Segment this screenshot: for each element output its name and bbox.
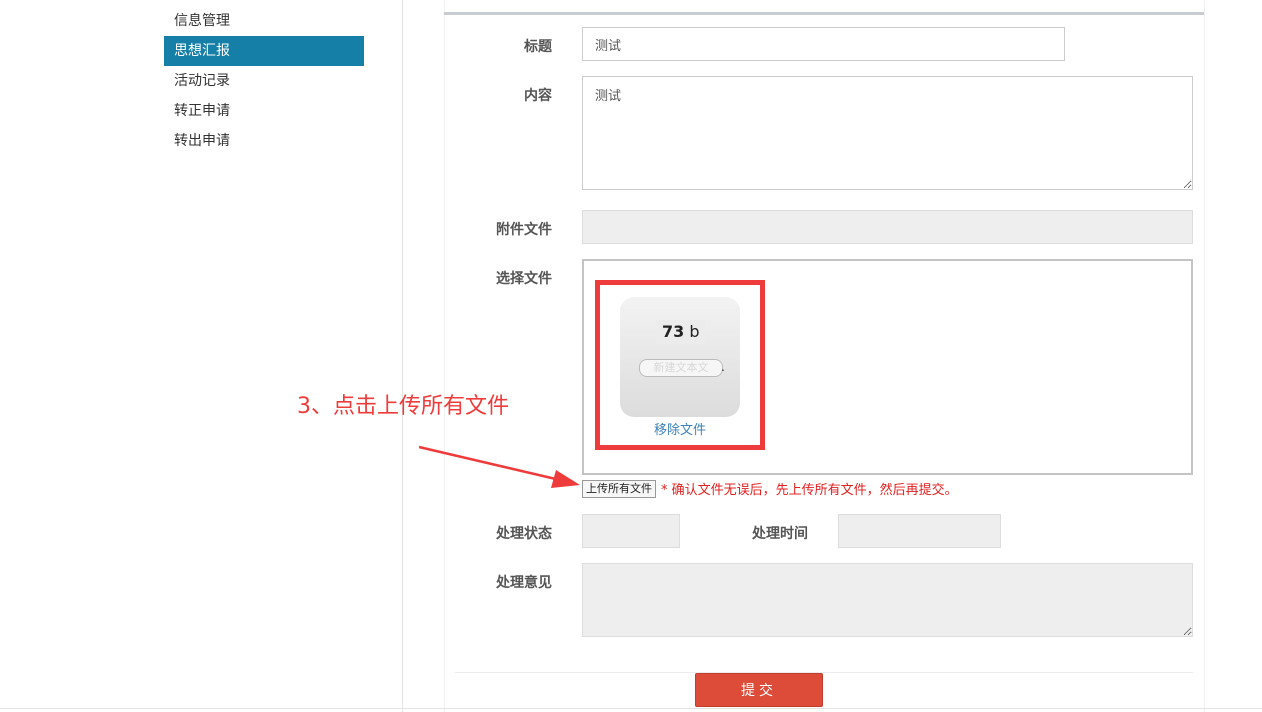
form-divider <box>455 672 1193 673</box>
submit-button[interactable]: 提交 <box>695 673 823 707</box>
title-label: 标题 <box>524 39 552 55</box>
sidebar: 信息管理 思想汇报 活动记录 转正申请 转出申请 <box>0 0 403 712</box>
annotation-text: 3、点击上传所有文件 <box>297 394 509 419</box>
content-textarea[interactable]: 测试 <box>582 76 1193 190</box>
sidebar-item-activity-record[interactable]: 活动记录 <box>164 66 364 96</box>
file-thumbnail <box>620 297 740 417</box>
file-size-unit: b <box>689 322 700 341</box>
sidebar-item-info-management[interactable]: 信息管理 <box>164 6 364 36</box>
attachment-field <box>582 210 1193 244</box>
status-field <box>582 514 680 548</box>
content-label: 内容 <box>524 88 552 104</box>
file-name-suffix: . <box>721 360 725 374</box>
upload-all-files-button[interactable]: 上传所有文件 <box>582 480 656 498</box>
opinion-label: 处理意见 <box>496 575 552 591</box>
upload-hint: * 确认文件无误后，先上传所有文件，然后再提交。 <box>661 483 958 498</box>
sidebar-item-regularization-application[interactable]: 转正申请 <box>164 96 364 126</box>
status-label: 处理状态 <box>496 526 552 542</box>
attachment-label: 附件文件 <box>496 222 552 238</box>
panel-top-border <box>444 12 1204 15</box>
file-size: 73 b <box>656 320 706 344</box>
choose-file-label: 选择文件 <box>496 271 552 287</box>
time-field <box>838 514 1001 548</box>
sidebar-item-transfer-out-application[interactable]: 转出申请 <box>164 126 364 156</box>
remove-file-link[interactable]: 移除文件 <box>620 419 740 438</box>
file-name: 新建文本文 <box>639 359 723 377</box>
title-input[interactable] <box>582 27 1065 61</box>
page-bottom-border <box>0 708 1262 709</box>
opinion-textarea <box>582 563 1193 637</box>
file-size-number: 73 <box>662 322 685 341</box>
sidebar-item-thought-report[interactable]: 思想汇报 <box>164 36 364 66</box>
time-label: 处理时间 <box>752 526 808 542</box>
